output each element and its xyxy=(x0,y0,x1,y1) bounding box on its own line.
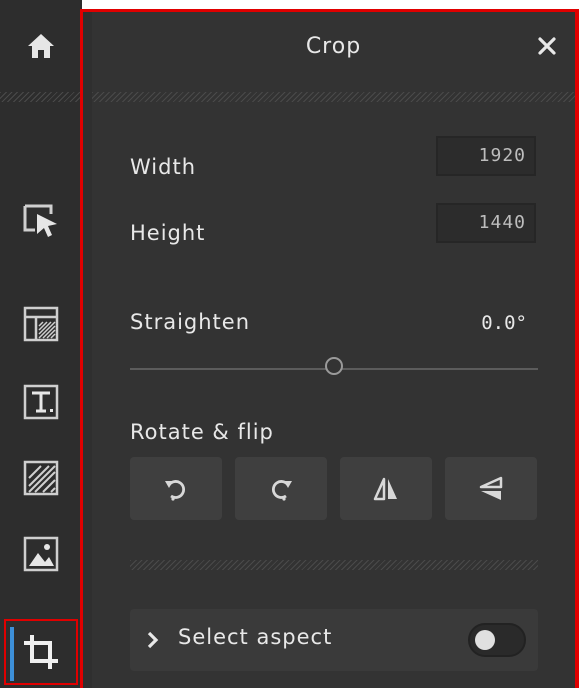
layout-icon xyxy=(23,306,59,342)
width-label: Width xyxy=(130,155,197,179)
sidebar-divider xyxy=(0,92,82,102)
rotate-left-icon xyxy=(165,479,186,501)
flip-horizontal-icon xyxy=(373,477,397,500)
close-icon xyxy=(538,37,556,55)
crop-panel-body: Crop Width 1920 Height 1440 Straighten 0… xyxy=(92,12,575,688)
image-tool-button[interactable] xyxy=(0,524,82,584)
layout-tool-button[interactable] xyxy=(0,294,82,354)
header-divider xyxy=(92,92,575,102)
select-tool-button[interactable] xyxy=(0,190,82,250)
toggle-knob xyxy=(475,630,495,650)
select-aspect-toggle[interactable] xyxy=(468,623,526,657)
select-aspect-label: Select aspect xyxy=(178,625,333,649)
tool-sidebar xyxy=(0,0,82,688)
pattern-icon xyxy=(23,460,59,496)
flip-horizontal-button[interactable] xyxy=(340,457,432,520)
text-tool-button[interactable] xyxy=(0,372,82,432)
home-button[interactable] xyxy=(0,0,82,92)
height-input[interactable]: 1440 xyxy=(436,203,536,243)
chevron-right-icon xyxy=(147,631,159,649)
crop-tool-button[interactable] xyxy=(4,619,78,685)
straighten-label: Straighten xyxy=(130,310,251,334)
rotate-flip-label: Rotate & flip xyxy=(130,420,274,444)
flip-vertical-button[interactable] xyxy=(445,457,537,520)
straighten-value: 0.0° xyxy=(481,312,527,334)
crop-icon xyxy=(24,635,58,669)
crop-panel: Crop Width 1920 Height 1440 Straighten 0… xyxy=(80,9,579,688)
select-aspect-row[interactable]: Select aspect xyxy=(130,609,538,671)
width-input[interactable]: 1920 xyxy=(436,136,536,176)
rotate-left-button[interactable] xyxy=(130,457,222,520)
rotate-right-icon xyxy=(271,479,292,501)
panel-title: Crop xyxy=(305,34,362,59)
straighten-slider-thumb[interactable] xyxy=(325,357,343,375)
active-tool-marker xyxy=(10,627,14,681)
image-icon xyxy=(23,536,59,572)
close-button[interactable] xyxy=(535,34,559,58)
select-pointer-icon xyxy=(23,204,57,237)
rotate-right-button[interactable] xyxy=(235,457,327,520)
flip-vertical-icon xyxy=(479,476,503,500)
text-icon xyxy=(23,384,59,420)
height-label: Height xyxy=(130,221,206,245)
home-icon xyxy=(28,34,54,58)
pattern-tool-button[interactable] xyxy=(0,448,82,508)
section-divider xyxy=(130,560,538,570)
